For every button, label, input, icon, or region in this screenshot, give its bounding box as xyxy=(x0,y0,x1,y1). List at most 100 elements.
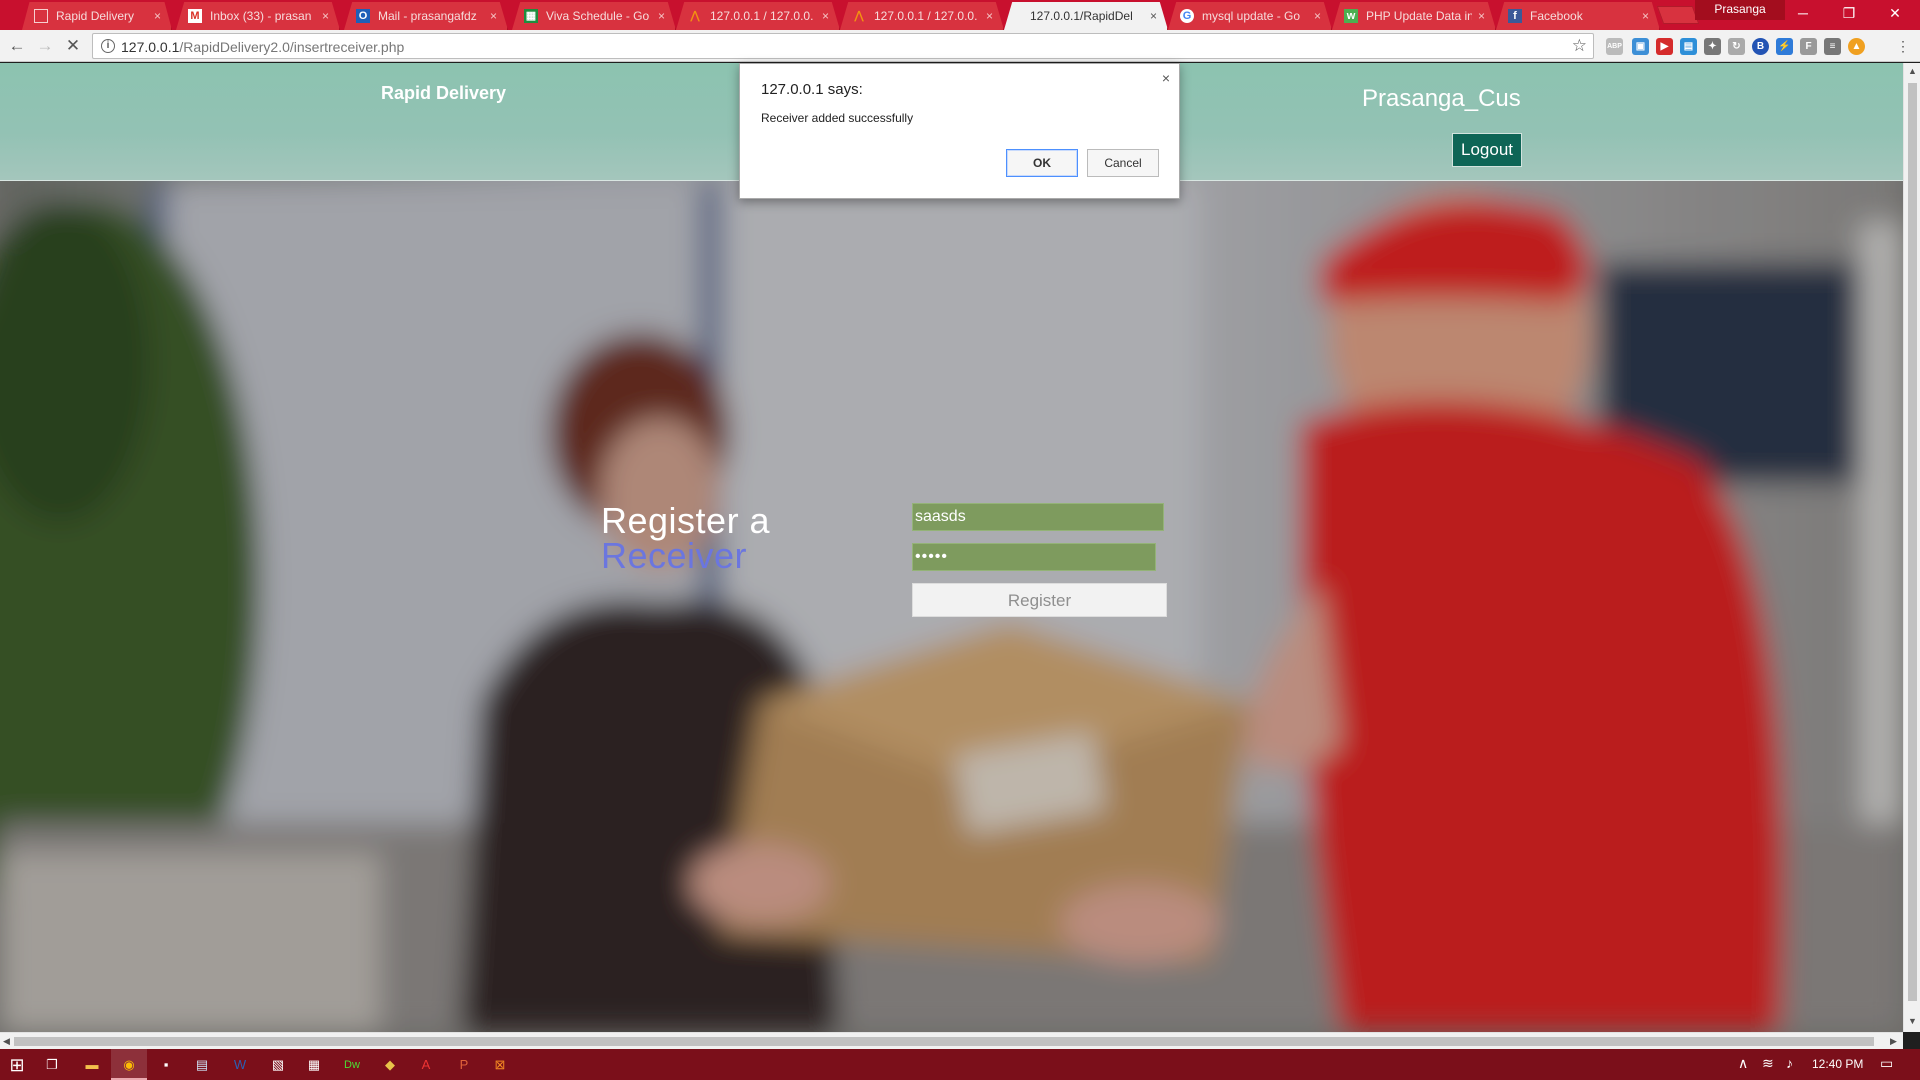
tab-viva-schedule[interactable]: ▦ Viva Schedule - Go × xyxy=(512,2,676,30)
powerpoint-icon[interactable]: P xyxy=(452,1053,476,1077)
acrobat-icon[interactable]: A xyxy=(414,1053,438,1077)
tab-label: mysql update - Go xyxy=(1202,9,1301,23)
word-icon[interactable]: W xyxy=(228,1053,252,1077)
chrome-menu-icon[interactable]: ⋮ xyxy=(1892,35,1914,57)
terminal-icon[interactable]: ▪ xyxy=(154,1053,178,1077)
tab-phpmyadmin-2[interactable]: ⋀ 127.0.0.1 / 127.0.0. × xyxy=(840,2,1004,30)
close-tab-icon[interactable]: × xyxy=(1478,9,1485,23)
google-icon: G xyxy=(1180,9,1194,23)
tab-rapiddelivery-active[interactable]: 127.0.0.1/RapidDel × xyxy=(1004,2,1168,30)
action-center-icon[interactable]: ▭ xyxy=(1880,1055,1893,1072)
tab-label: 127.0.0.1 / 127.0.0. xyxy=(710,9,814,23)
form-title: Register a xyxy=(601,500,771,541)
close-tab-icon[interactable]: × xyxy=(1150,9,1157,23)
clock-time[interactable]: 12:40 PM xyxy=(1812,1057,1863,1071)
alert-dialog: 127.0.0.1 says: × Receiver added success… xyxy=(739,63,1180,199)
tab-label: 127.0.0.1/RapidDel xyxy=(1030,9,1133,23)
tab-rapid-delivery[interactable]: Rapid Delivery × xyxy=(22,2,172,30)
scroll-up-icon[interactable]: ▲ xyxy=(1908,66,1917,76)
gmail-icon: M xyxy=(188,9,202,23)
close-tab-icon[interactable]: × xyxy=(1642,9,1649,23)
site-brand[interactable]: Rapid Delivery xyxy=(381,83,506,104)
video-extension-icon[interactable]: ▶ xyxy=(1656,38,1673,55)
close-tab-icon[interactable]: × xyxy=(322,9,329,23)
scroll-right-icon[interactable]: ▶ xyxy=(1890,1036,1897,1047)
close-window-icon[interactable]: ✕ xyxy=(1872,0,1918,28)
cancel-button[interactable]: Cancel xyxy=(1087,149,1159,177)
windows-taskbar: ⊞ ❐ ▬ ◉ ▪ ▤ W ▧ ▦ Dw ◆ A P ⊠ ∧ ≋ ♪ 12:40… xyxy=(0,1049,1920,1080)
wifi-icon[interactable]: ≋ xyxy=(1762,1055,1774,1072)
tab-phpmyadmin-1[interactable]: ⋀ 127.0.0.1 / 127.0.0. × xyxy=(676,2,840,30)
minimize-icon[interactable]: ─ xyxy=(1780,0,1826,28)
url-text[interactable]: 127.0.0.1/RapidDelivery2.0/insertreceive… xyxy=(121,39,404,55)
close-tab-icon[interactable]: × xyxy=(658,9,665,23)
b-extension-icon[interactable]: B xyxy=(1752,38,1769,55)
browser-toolbar: ← → ✕ i 127.0.0.1/RapidDelivery2.0/inser… xyxy=(0,30,1920,62)
vertical-scroll-thumb[interactable] xyxy=(1908,83,1917,1001)
notifications-extension-icon[interactable]: ✦ xyxy=(1704,38,1721,55)
calculator-icon[interactable]: ▦ xyxy=(302,1053,326,1077)
url-host: 127.0.0.1 xyxy=(121,39,180,55)
screenshot-extension-icon[interactable]: ▣ xyxy=(1632,38,1649,55)
tab-php-update[interactable]: w PHP Update Data in × xyxy=(1332,2,1496,30)
forward-arrow-icon[interactable]: → xyxy=(34,35,56,57)
logout-button[interactable]: Logout xyxy=(1452,133,1522,167)
scroll-left-icon[interactable]: ◀ xyxy=(3,1036,10,1047)
phpmyadmin-icon: ⋀ xyxy=(854,10,864,22)
task-view-icon[interactable]: ❐ xyxy=(40,1053,64,1077)
username-label: Prasanga_Cus xyxy=(1362,85,1521,112)
close-tab-icon[interactable]: × xyxy=(490,9,497,23)
adblock-extension-icon[interactable]: ABP xyxy=(1606,38,1623,55)
volume-icon[interactable]: ♪ xyxy=(1786,1055,1793,1071)
photos-icon[interactable]: ▧ xyxy=(266,1053,290,1077)
back-arrow-icon[interactable]: ← xyxy=(6,35,28,57)
window-extension-icon[interactable]: ▤ xyxy=(1680,38,1697,55)
git-icon[interactable]: ◆ xyxy=(378,1053,402,1077)
tab-label: Facebook xyxy=(1530,9,1583,23)
f-extension-icon[interactable]: F xyxy=(1800,38,1817,55)
tab-mysql-update[interactable]: G mysql update - Go × xyxy=(1168,2,1332,30)
profile-badge[interactable]: Prasanga xyxy=(1695,0,1785,20)
outlook-icon: O xyxy=(356,9,370,23)
horizontal-scrollbar[interactable]: ◀ ▶ xyxy=(0,1032,1903,1049)
close-tab-icon[interactable]: × xyxy=(154,9,161,23)
tab-label: Rapid Delivery xyxy=(56,9,135,23)
menu-extension-icon[interactable]: ≡ xyxy=(1824,38,1841,55)
dialog-title: 127.0.0.1 says: xyxy=(761,81,863,98)
ok-button[interactable]: OK xyxy=(1006,149,1078,177)
bookmark-star-icon[interactable]: ☆ xyxy=(1572,36,1587,56)
tab-label: Mail - prasangafdz xyxy=(378,9,477,23)
url-path: /RapidDelivery2.0/insertreceiver.php xyxy=(179,39,405,55)
windows-start-icon[interactable]: ⊞ xyxy=(5,1053,29,1077)
vertical-scrollbar[interactable]: ▲ ▼ xyxy=(1903,63,1920,1032)
password-field[interactable]: ••••• xyxy=(912,543,1156,571)
info-icon[interactable]: i xyxy=(101,39,115,53)
notepad-icon[interactable]: ▤ xyxy=(190,1053,214,1077)
file-explorer-icon[interactable]: ▬ xyxy=(80,1053,104,1077)
restore-icon[interactable]: ❐ xyxy=(1826,0,1872,28)
tab-mail[interactable]: O Mail - prasangafdz × xyxy=(344,2,508,30)
stop-loading-icon[interactable]: ✕ xyxy=(62,35,84,57)
chrome-icon[interactable]: ◉ xyxy=(117,1053,141,1077)
scroll-down-icon[interactable]: ▼ xyxy=(1908,1016,1917,1026)
tab-label: PHP Update Data in xyxy=(1366,9,1472,23)
horizontal-scroll-thumb[interactable] xyxy=(14,1037,1874,1046)
xampp-icon[interactable]: ⊠ xyxy=(488,1053,512,1077)
tab-facebook[interactable]: f Facebook × xyxy=(1496,2,1660,30)
close-tab-icon[interactable]: × xyxy=(822,9,829,23)
address-bar[interactable]: i 127.0.0.1/RapidDelivery2.0/insertrecei… xyxy=(92,33,1594,59)
register-button[interactable]: Register xyxy=(912,583,1167,617)
tab-label: Viva Schedule - Go xyxy=(546,9,650,23)
update-extension-icon[interactable]: ▲ xyxy=(1848,38,1865,55)
lightning-extension-icon[interactable]: ⚡ xyxy=(1776,38,1793,55)
receiver-name-field[interactable]: saasds xyxy=(912,503,1164,531)
show-hidden-icons-icon[interactable]: ∧ xyxy=(1738,1055,1748,1072)
close-tab-icon[interactable]: × xyxy=(986,9,993,23)
dialog-close-icon[interactable]: × xyxy=(1162,70,1170,86)
close-tab-icon[interactable]: × xyxy=(1314,9,1321,23)
new-tab-button[interactable] xyxy=(1656,6,1700,24)
sync-extension-icon[interactable]: ↻ xyxy=(1728,38,1745,55)
tab-inbox[interactable]: M Inbox (33) - prasan × xyxy=(176,2,340,30)
dreamweaver-icon[interactable]: Dw xyxy=(340,1053,364,1077)
dialog-message: Receiver added successfully xyxy=(761,111,914,125)
